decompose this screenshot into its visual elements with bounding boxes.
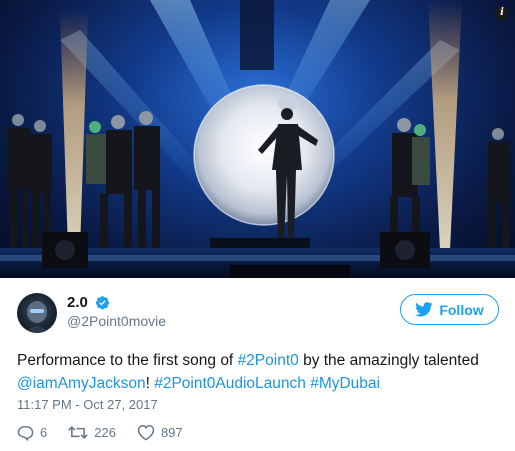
like-count: 897: [160, 424, 183, 440]
retweet-icon: [68, 425, 89, 439]
follow-button[interactable]: Follow: [400, 294, 499, 325]
reply-button[interactable]: 6: [17, 424, 47, 441]
reply-count: 6: [40, 424, 48, 440]
tweet-media-photo[interactable]: i: [0, 0, 515, 278]
display-name[interactable]: 2.0: [67, 294, 88, 311]
user-handle[interactable]: @2Point0movie: [67, 313, 166, 329]
like-button[interactable]: 897: [137, 424, 183, 441]
text-segment: by the amazingly talented: [298, 352, 479, 369]
info-icon[interactable]: i: [495, 6, 509, 20]
twitter-bird-icon: [415, 302, 434, 317]
verified-badge-icon: [95, 296, 110, 310]
hashtag-link[interactable]: #2Point0AudioLaunch: [154, 375, 306, 392]
text-segment: Performance to the first song of: [17, 352, 238, 369]
tweet-text: Performance to the first song of #2Point…: [17, 349, 507, 395]
tweet-timestamp[interactable]: 11:17 PM - Oct 27, 2017: [17, 397, 158, 412]
text-segment: !: [145, 375, 155, 392]
retweet-count: 226: [94, 424, 116, 440]
tweet-actions: 6 226 897: [17, 422, 204, 442]
hashtag-link[interactable]: #2Point0: [238, 352, 299, 369]
tweet-header: 2.0 @2Point0movie Follow: [17, 292, 499, 336]
heart-icon: [137, 424, 155, 440]
avatar[interactable]: [17, 293, 57, 333]
retweet-button[interactable]: 226: [68, 424, 116, 441]
hashtag-link[interactable]: #MyDubai: [310, 375, 380, 392]
concert-stage-image: [0, 0, 515, 278]
follow-button-label: Follow: [439, 301, 484, 318]
robot-avatar-icon: [25, 301, 49, 333]
reply-icon: [17, 425, 34, 441]
mention-link[interactable]: @iamAmyJackson: [17, 375, 146, 392]
